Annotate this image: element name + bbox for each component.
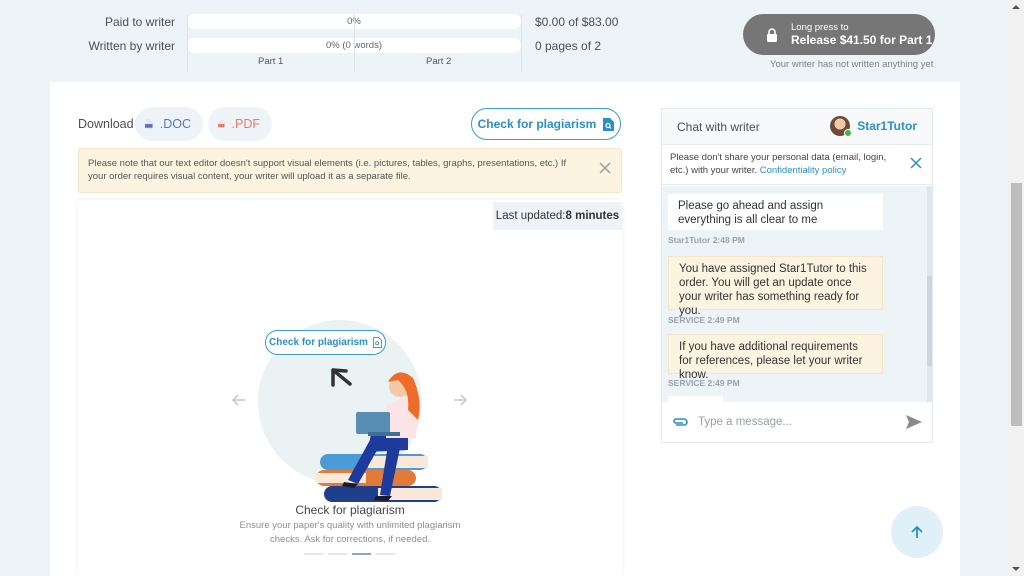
close-icon[interactable] <box>910 157 922 169</box>
carousel-pagination <box>304 553 395 555</box>
online-status-indicator <box>844 129 853 137</box>
part-divider <box>521 14 522 72</box>
carousel-dot[interactable] <box>376 553 395 555</box>
pages-written: 0 pages of 2 <box>535 39 602 53</box>
paperclip-icon[interactable] <box>672 417 688 427</box>
chat-header: Chat with writer Star1Tutor <box>662 109 932 145</box>
arrow-left-icon[interactable] <box>231 392 247 408</box>
written-by-writer-label: Written by writer <box>88 39 175 53</box>
page-scrollbar[interactable] <box>1008 0 1024 576</box>
carousel-dot[interactable] <box>304 553 323 555</box>
carousel-title: Check for plagiarism <box>295 503 405 517</box>
chat-scrollbar-thumb[interactable] <box>927 276 932 366</box>
download-doc-button[interactable]: .DOC <box>135 107 203 141</box>
visual-elements-notice: Please note that our text editor doesn't… <box>78 148 622 193</box>
chat-message: You have assigned Star1Tutor to this ord… <box>668 256 883 317</box>
send-icon[interactable] <box>906 415 922 429</box>
chat-message: If you have additional requirements for … <box>668 334 883 381</box>
last-updated-badge: Last updated: 8 minutes <box>493 202 622 230</box>
part-divider <box>187 14 188 72</box>
writer-profile[interactable]: Star1Tutor <box>830 116 917 137</box>
part-1-label: Part 1 <box>258 56 284 67</box>
scroll-to-top-button[interactable] <box>891 506 943 558</box>
message-meta: SERVICE 2:49 PM <box>668 315 740 325</box>
part-2-label: Part 2 <box>426 56 452 67</box>
avatar <box>830 116 853 137</box>
download-label: Download <box>78 117 134 131</box>
download-pdf-label: .PDF <box>231 117 260 131</box>
order-main-panel: Download .DOC .PDF Check for plagiarism … <box>50 82 960 576</box>
last-updated-label: Last updated: <box>495 210 566 222</box>
chat-panel: Chat with writer Star1Tutor Please don't… <box>661 108 933 443</box>
pdf-file-icon <box>218 119 225 129</box>
message-composer <box>662 402 932 442</box>
lock-icon <box>767 27 777 42</box>
paper-editor: Last updated: 8 minutes Check for plagia… <box>78 200 622 576</box>
paid-amount: $0.00 of $83.00 <box>535 15 619 29</box>
confidentiality-policy-link[interactable]: Confidentiality policy <box>760 165 847 176</box>
check-plagiarism-button[interactable]: Check for plagiarism <box>471 108 621 140</box>
carousel-check-plagiarism-button[interactable]: Check for plagiarism <box>265 330 386 355</box>
document-search-icon <box>372 337 382 348</box>
message-meta: SERVICE 2:49 PM <box>668 378 740 388</box>
release-label: Release $41.50 for Part 1 <box>791 33 933 47</box>
message-input[interactable] <box>698 416 906 428</box>
chat-messages: Please go ahead and assign everything is… <box>662 186 932 402</box>
scroll-down-arrow[interactable] <box>1012 567 1020 571</box>
page-scrollbar-thumb[interactable] <box>1011 183 1022 426</box>
carousel-check-plagiarism-label: Check for plagiarism <box>269 337 368 348</box>
download-doc-label: .DOC <box>159 117 191 131</box>
release-hint: Long press to <box>791 22 849 33</box>
chat-scrollbar[interactable] <box>927 186 932 402</box>
message-meta: Star1Tutor 2:48 PM <box>668 235 745 245</box>
writer-name: Star1Tutor <box>857 119 917 133</box>
payment-progress-section: Paid to writer 0% $0.00 of $83.00 Writte… <box>50 0 960 82</box>
arrow-up-icon <box>911 525 923 538</box>
arrow-right-icon[interactable] <box>452 392 468 408</box>
privacy-notice: Please don't share your personal data (e… <box>662 145 932 185</box>
scroll-up-arrow[interactable] <box>1012 5 1020 9</box>
carousel-dot[interactable] <box>352 553 371 555</box>
doc-file-icon <box>145 119 154 129</box>
close-icon[interactable] <box>598 161 612 175</box>
last-updated-value: 8 minutes <box>565 210 620 222</box>
chat-message: Please go ahead and assign everything is… <box>668 194 883 230</box>
carousel-description: Ensure your paper's quality with unlimit… <box>239 520 461 545</box>
carousel-dot[interactable] <box>328 553 347 555</box>
paid-to-writer-label: Paid to writer <box>104 15 175 29</box>
download-pdf-button[interactable]: .PDF <box>208 107 272 141</box>
document-search-icon <box>603 117 615 131</box>
release-payment-button[interactable]: Long press to Release $41.50 for Part 1 <box>743 14 935 55</box>
check-plagiarism-label: Check for plagiarism <box>477 117 597 131</box>
chat-title: Chat with writer <box>677 119 760 134</box>
notice-text: Please note that our text editor doesn't… <box>88 158 567 182</box>
release-note: Your writer has not written anything yet <box>770 59 934 70</box>
part-divider <box>354 14 355 72</box>
